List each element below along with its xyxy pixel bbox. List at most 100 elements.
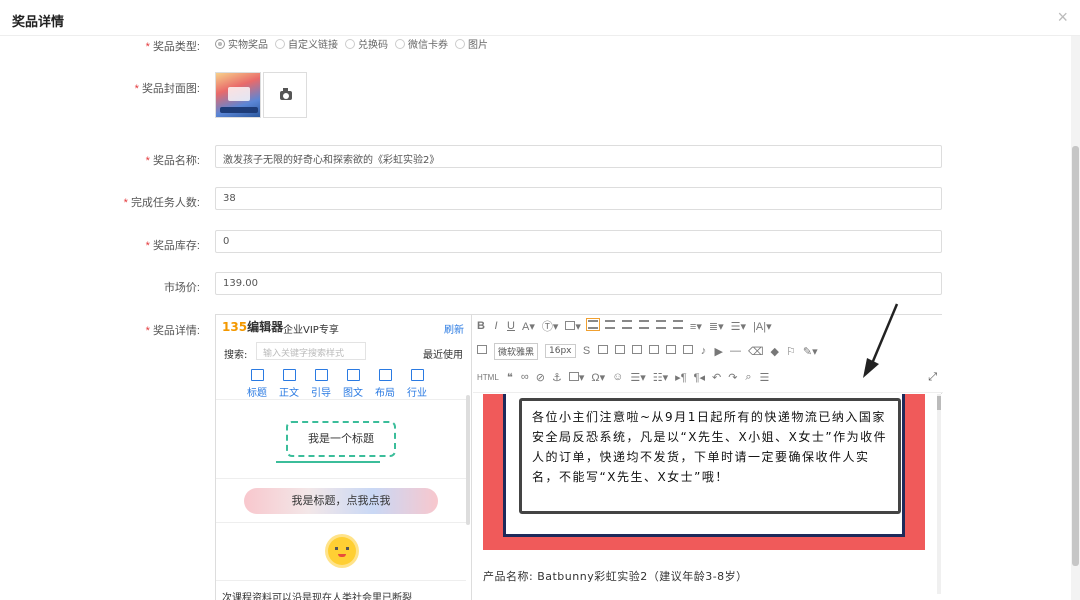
format-painter-icon[interactable]: ⚐: [786, 345, 796, 358]
close-icon[interactable]: ×: [1057, 7, 1068, 28]
divider: [216, 478, 466, 479]
insert-image-icon[interactable]: [614, 345, 625, 357]
paragraph-spacing-icon[interactable]: ≣▾: [709, 320, 724, 333]
rich-text-editor: 135编辑器 企业VIP专享 刷新 搜索: 输入关键字搜索样式 最近使用 标题 …: [215, 314, 943, 600]
camera-icon: [280, 88, 292, 100]
font-family-select[interactable]: 微软雅黑: [494, 342, 539, 360]
anchor-icon[interactable]: ⚓: [552, 371, 562, 384]
title-icon: [250, 369, 264, 381]
align-right-icon[interactable]: [621, 320, 632, 332]
radio-physical-prize[interactable]: 实物奖品: [215, 36, 268, 51]
cover-label: * 奖品封面图:: [134, 83, 200, 95]
multi-image-icon[interactable]: [682, 345, 693, 357]
category-title[interactable]: 标题: [246, 369, 268, 399]
product-name-line: 产品名称: Batbunny彩虹实验2（建议年龄3-8岁）: [483, 570, 748, 583]
scrollbar-thumb[interactable]: [1072, 146, 1079, 566]
content-scrollbar[interactable]: [937, 394, 941, 594]
special-char-icon[interactable]: Ω▾: [591, 371, 605, 384]
table-icon[interactable]: ▾: [565, 320, 581, 333]
font-size-select[interactable]: 16px: [545, 344, 576, 358]
line-height-icon[interactable]: ≡▾: [690, 320, 702, 333]
sun-emoji-icon[interactable]: [328, 537, 356, 565]
radio-image[interactable]: 图片: [455, 36, 488, 51]
video-icon[interactable]: ▶: [715, 345, 723, 358]
stock-input[interactable]: 0: [215, 230, 942, 253]
emoji-icon[interactable]: ☺: [612, 371, 623, 383]
search-label: 搜索:: [224, 350, 248, 361]
radio-wechat-card[interactable]: 微信卡券: [395, 36, 448, 51]
bold-icon[interactable]: B: [477, 320, 485, 332]
insert-frame-icon[interactable]: [631, 345, 642, 357]
strikethrough-icon[interactable]: S: [583, 345, 591, 357]
recent-used-link[interactable]: 最近使用: [423, 346, 463, 361]
microphone-icon[interactable]: ♪: [700, 345, 708, 357]
unlink-icon[interactable]: ⊘: [536, 371, 545, 384]
blockquote-icon[interactable]: ❝: [506, 371, 514, 384]
zoom-icon[interactable]: ⌕: [744, 371, 752, 384]
template-title-1[interactable]: 我是一个标题: [286, 421, 396, 457]
ltr-icon[interactable]: ▸¶: [675, 371, 686, 384]
prize-name-label: * 奖品名称:: [145, 155, 200, 167]
underline-icon[interactable]: U: [507, 320, 515, 332]
panel-scrollbar[interactable]: [466, 395, 470, 525]
category-image-text[interactable]: 图文: [342, 369, 364, 399]
cover-image-thumbnail[interactable]: [215, 72, 261, 118]
align-justify-icon[interactable]: [638, 320, 649, 332]
annotation-arrow-icon: [863, 303, 899, 378]
more-icon[interactable]: ☰: [759, 371, 769, 384]
outdent-icon[interactable]: [672, 320, 683, 332]
guide-icon: [314, 369, 328, 381]
prize-name-input[interactable]: 激发孩子无限的好奇心和探索欲的《彩虹实验2》: [215, 145, 942, 168]
market-price-input[interactable]: 139.00: [215, 272, 942, 295]
paint-bucket-icon[interactable]: ◆: [771, 345, 779, 358]
category-guide[interactable]: 引导: [310, 369, 332, 399]
italic-icon[interactable]: I: [492, 320, 500, 332]
divider: [216, 399, 466, 400]
dialog-header: 奖品详情 ×: [0, 0, 1080, 36]
list-indent-icon[interactable]: ☰▾: [731, 320, 746, 333]
word-import-icon[interactable]: [648, 345, 659, 357]
undo-icon[interactable]: ↶: [712, 371, 721, 384]
task-count-label: * 完成任务人数:: [123, 197, 200, 209]
shipping-notice-text: 各位小主们注意啦~从9月1日起所有的快递物流已纳入国家安全局反恐系统，凡是以“X…: [519, 398, 901, 514]
letter-spacing-icon[interactable]: |A|▾: [753, 320, 772, 333]
category-body[interactable]: 正文: [278, 369, 300, 399]
dialog-scrollbar[interactable]: [1071, 36, 1080, 600]
prize-type-label: * 奖品类型:: [145, 41, 200, 53]
divider: [216, 522, 466, 523]
horizontal-rule-icon[interactable]: —: [730, 345, 741, 357]
template-title-1-underline: [276, 461, 380, 463]
category-layout[interactable]: 布局: [374, 369, 396, 399]
template-body-preview[interactable]: 次课程资料可以沿是现在人类社会里已断裂: [222, 589, 412, 600]
new-doc-icon[interactable]: [477, 345, 487, 357]
market-price-label: 市场价:: [163, 282, 200, 294]
radio-custom-link[interactable]: 自定义链接: [275, 36, 338, 51]
ordered-list-icon[interactable]: ☰▾: [630, 371, 645, 384]
link-icon[interactable]: ∞: [521, 371, 529, 383]
html-source-icon[interactable]: HTML: [477, 373, 499, 382]
upload-cover-button[interactable]: [263, 72, 307, 118]
editor-content-area[interactable]: 各位小主们注意啦~从9月1日起所有的快递物流已纳入国家安全局反恐系统，凡是以“X…: [473, 394, 943, 600]
indent-icon[interactable]: [655, 320, 666, 332]
task-count-input[interactable]: 38: [215, 187, 942, 210]
image-icon[interactable]: [665, 345, 676, 357]
category-industry[interactable]: 行业: [406, 369, 428, 399]
rtl-icon[interactable]: ¶◂: [694, 371, 705, 384]
insert-frame2-icon[interactable]: ▾: [568, 371, 584, 384]
align-left-icon[interactable]: [585, 318, 600, 332]
dialog-title: 奖品详情: [12, 14, 65, 29]
refresh-link[interactable]: 刷新: [444, 321, 464, 336]
radio-redeem-code[interactable]: 兑换码: [345, 36, 388, 51]
unordered-list-icon[interactable]: ☷▾: [653, 371, 668, 384]
font-color-icon[interactable]: A▾: [522, 320, 535, 333]
industry-icon: [410, 369, 424, 381]
template-search-input[interactable]: 输入关键字搜索样式: [256, 342, 366, 360]
clear-format-icon[interactable]: Ⓣ▾: [542, 318, 559, 334]
template-title-2[interactable]: 我是标题，点我点我: [244, 488, 438, 514]
redo-icon[interactable]: ↷: [728, 371, 737, 384]
remove-format-icon[interactable]: ⌫: [748, 345, 764, 358]
align-center-icon[interactable]: [604, 320, 615, 332]
magic-wand-icon[interactable]: ✎▾: [803, 345, 818, 358]
fullscreen-expand-icon[interactable]: ⤢: [928, 371, 937, 384]
insert-table-icon[interactable]: [597, 345, 608, 357]
